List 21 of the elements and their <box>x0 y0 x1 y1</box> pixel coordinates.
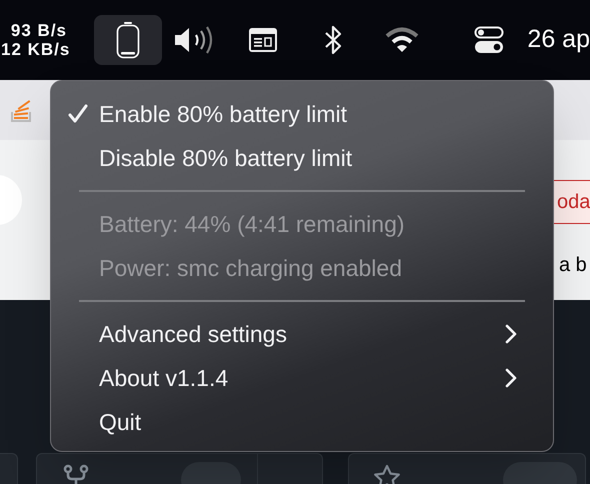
star-icon <box>373 464 401 484</box>
fork-icon <box>63 464 89 484</box>
menu-item[interactable]: Quit <box>63 400 541 444</box>
fork-button[interactable] <box>36 453 258 484</box>
network-speed: 12 KB/s <box>1 40 72 59</box>
bluetooth-icon <box>322 25 343 55</box>
notice-text: oda <box>557 190 590 215</box>
clock[interactable]: 26 ap <box>527 21 590 59</box>
menu-item[interactable]: Enable 80% battery limit <box>63 92 541 136</box>
volume-icon <box>174 26 214 54</box>
menu-item[interactable]: Advanced settings <box>63 312 541 356</box>
wifi-icon <box>385 27 420 53</box>
star-button[interactable] <box>348 453 586 484</box>
page-text: a b <box>559 253 587 278</box>
menu-bar-item[interactable] <box>94 15 162 65</box>
battery-icon <box>116 21 140 59</box>
menu-item[interactable]: About v1.1.4 <box>63 356 541 400</box>
control-center-icon <box>474 26 504 54</box>
window-icon <box>248 27 278 53</box>
menu-item[interactable]: Disable 80% battery limit <box>63 136 541 180</box>
network-speed: 93 B/s <box>10 21 68 40</box>
